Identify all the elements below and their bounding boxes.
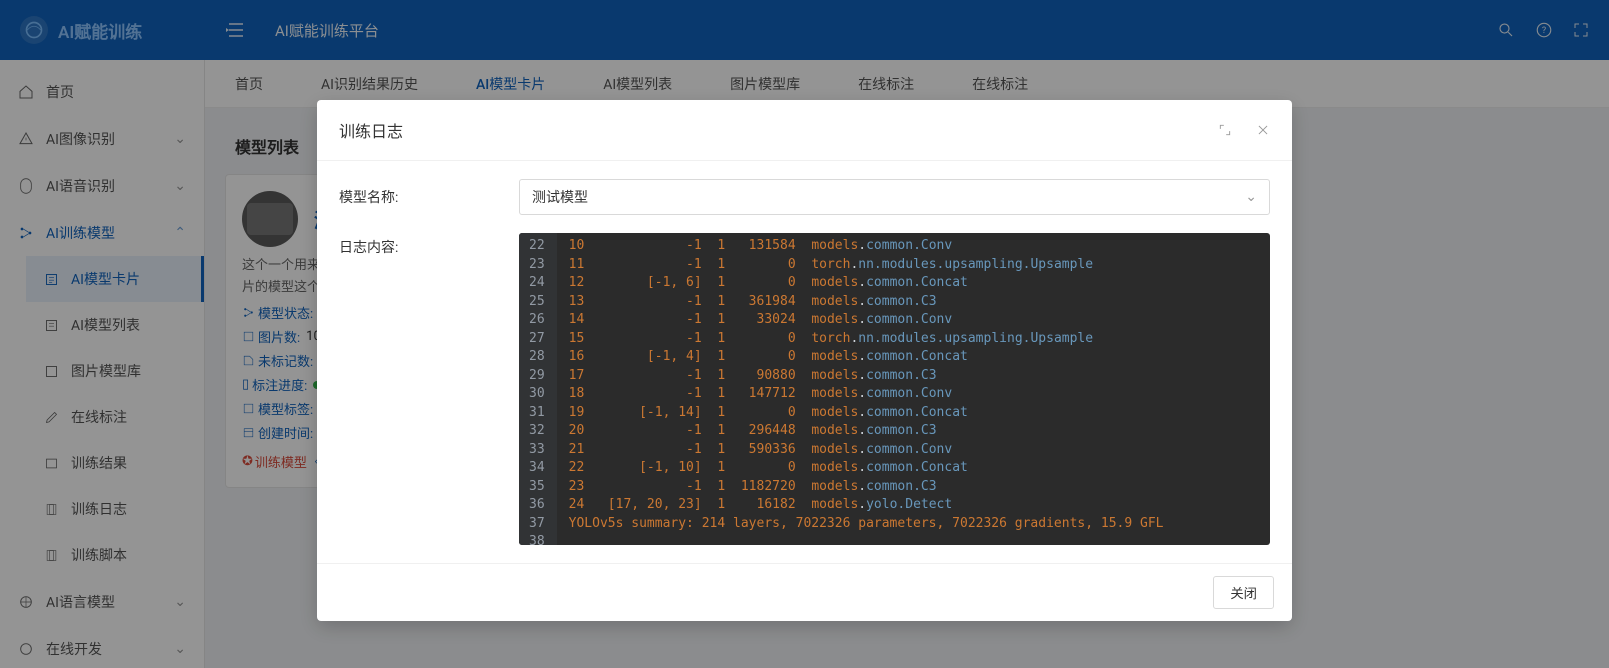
model-name-select[interactable]: 测试模型 ⌄: [519, 179, 1270, 215]
model-name-value: 测试模型: [532, 187, 588, 207]
log-code-block[interactable]: 2223242526272829303132333435363738 10 -1…: [519, 233, 1270, 545]
code-gutter: 2223242526272829303132333435363738: [519, 233, 557, 545]
close-icon[interactable]: [1256, 123, 1270, 137]
fullscreen-icon[interactable]: [1218, 123, 1232, 137]
chevron-down-icon: ⌄: [1245, 189, 1257, 205]
modal-overlay[interactable]: 训练日志 模型名称: 测试模型 ⌄ 日志内容: 2223242526272829…: [0, 0, 1609, 668]
model-name-label: 模型名称:: [339, 187, 519, 207]
training-log-modal: 训练日志 模型名称: 测试模型 ⌄ 日志内容: 2223242526272829…: [317, 100, 1292, 621]
close-button[interactable]: 关闭: [1213, 576, 1274, 609]
modal-title: 训练日志: [339, 118, 403, 142]
log-content-label: 日志内容:: [339, 233, 519, 257]
code-lines: 10 -1 1 131584 models.common.Conv11 -1 1…: [557, 233, 1176, 545]
